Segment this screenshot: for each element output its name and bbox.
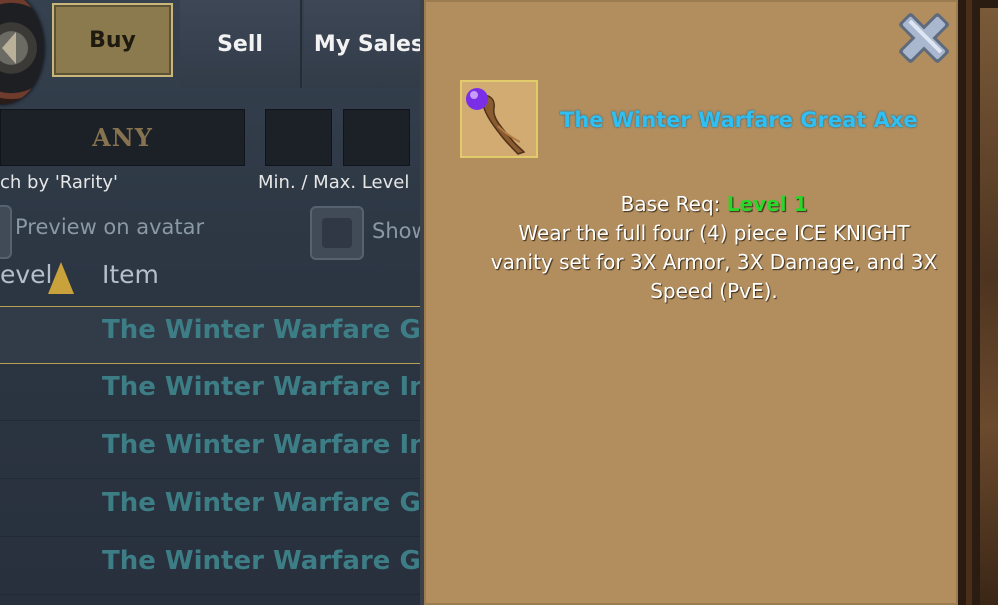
level-caption: Min. / Max. Level (258, 172, 410, 193)
sort-ascending-icon[interactable] (48, 262, 74, 294)
tab-sell[interactable]: Sell (180, 0, 302, 88)
rarity-caption: ch by 'Rarity' (0, 172, 118, 193)
column-header-item[interactable]: Item (102, 260, 159, 289)
item-title: The Winter Warfare Great Axe (560, 108, 918, 132)
close-icon[interactable] (888, 2, 960, 74)
staff-with-purple-orb-icon (460, 80, 538, 158)
table-row[interactable]: The Winter Warfare Great (0, 306, 481, 364)
tab-my-sales[interactable]: My Sales (304, 0, 436, 88)
table-row[interactable]: The Winter Warfare Infan (0, 364, 475, 421)
base-req-value: Level 1 (726, 192, 808, 216)
table-row[interactable]: The Winter Warfare Infan (0, 422, 475, 479)
base-req-label: Base Req: (620, 192, 721, 216)
min-level-input[interactable] (265, 109, 332, 166)
rarity-value: ANY (92, 123, 153, 152)
item-description: Wear the full four (4) piece ICE KNIGHT … (490, 221, 938, 303)
table-row[interactable]: The Winter Warfare Great (0, 538, 481, 595)
market-panel: Buy Sell My Sales ANY ch by 'Rarity' Min… (0, 0, 481, 605)
item-description-block: Base Req: Level 1 Wear the full four (4)… (444, 190, 984, 306)
back-round-button[interactable] (0, 0, 44, 104)
tab-buy[interactable]: Buy (52, 3, 173, 77)
table-row[interactable]: The Winter Warfare Great (0, 480, 481, 537)
preview-checkbox-label: Preview on avatar (15, 215, 205, 239)
back-arrow-icon (2, 32, 16, 64)
background-scenery (958, 0, 998, 605)
show-checkbox[interactable] (310, 206, 364, 260)
preview-checkbox[interactable] (0, 205, 12, 259)
tab-sell-label: Sell (217, 31, 263, 57)
max-level-input[interactable] (343, 109, 410, 166)
item-tooltip-panel: The Winter Warfare Great Axe Base Req: L… (420, 0, 958, 605)
tab-my-sales-label: My Sales (313, 31, 425, 57)
rarity-dropdown[interactable]: ANY (0, 109, 245, 166)
base-requirement: Base Req: Level 1 (444, 190, 984, 219)
column-header-level[interactable]: evel (0, 260, 53, 289)
tab-buy-label: Buy (89, 27, 136, 53)
